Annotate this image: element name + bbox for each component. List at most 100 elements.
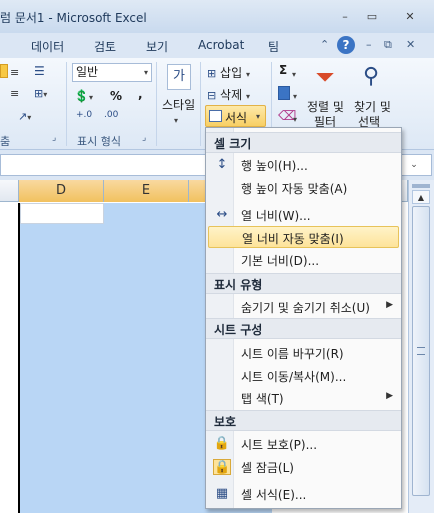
- column-header-d[interactable]: D: [19, 180, 104, 202]
- row-height-icon: ↕: [216, 157, 228, 172]
- dialog-launcher-icon[interactable]: ⌟: [52, 133, 56, 143]
- orientation-icon[interactable]: ↗▾: [18, 110, 31, 123]
- tab-view[interactable]: 보기: [146, 38, 168, 55]
- wrap-text-icon[interactable]: ☰: [34, 64, 45, 78]
- format-label: 서식: [225, 111, 248, 125]
- doc-minimize-icon[interactable]: –: [366, 38, 372, 51]
- dialog-launcher-icon[interactable]: ⌟: [142, 133, 146, 143]
- insert-cells-icon: ⊞: [207, 67, 217, 80]
- column-header-e[interactable]: E: [104, 180, 189, 202]
- split-handle[interactable]: [412, 184, 430, 188]
- menu-section-visibility: 표시 유형: [206, 273, 401, 294]
- help-icon[interactable]: ?: [337, 36, 355, 54]
- increase-decimal-icon[interactable]: +.0: [76, 110, 92, 120]
- doc-close-icon[interactable]: ✕: [406, 38, 415, 51]
- currency-icon[interactable]: 💲▾: [74, 89, 93, 103]
- submenu-arrow-icon: ▶: [386, 300, 393, 310]
- menu-section-protection: 보호: [206, 410, 401, 431]
- restore-button[interactable]: ▭: [360, 8, 384, 26]
- scroll-up-icon[interactable]: ▲: [412, 190, 430, 204]
- chevron-down-icon: ▾: [293, 115, 298, 124]
- cell-border: [18, 203, 20, 513]
- format-icon: [209, 110, 222, 122]
- merge-center-icon[interactable]: ⊞▾: [34, 87, 47, 100]
- menu-section-cell-size: 셀 크기: [206, 132, 401, 153]
- find-binoculars-icon[interactable]: ⚲: [358, 63, 384, 93]
- delete-button[interactable]: ⊟ 삭제 ▾: [207, 86, 250, 103]
- column-width-icon: ↔: [216, 207, 228, 222]
- window-title: 럼 문서1 - Microsoft Excel: [0, 11, 147, 25]
- delete-cells-icon: ⊟: [207, 89, 217, 102]
- menu-item-format-cells[interactable]: ▦ 셀 서식(E)...: [208, 483, 399, 505]
- title-bar: 럼 문서1 - Microsoft Excel – ▭ ✕: [0, 0, 434, 33]
- menu-item-label: 열 너비 자동 맞춤(I): [242, 232, 344, 246]
- menu-item-label: 셀 잠금(L): [241, 461, 294, 475]
- chevron-down-icon: ▾: [292, 70, 297, 79]
- autosum-button[interactable]: Σ: [279, 63, 287, 77]
- format-cells-icon: ▦: [215, 486, 229, 501]
- chevron-down-icon: ▾: [245, 70, 250, 79]
- tab-team[interactable]: 팀: [268, 38, 279, 55]
- tab-data[interactable]: 데이터: [31, 38, 64, 55]
- comma-button[interactable]: ,: [138, 87, 143, 101]
- lock-cell-icon: 🔒: [213, 459, 231, 475]
- minimize-button[interactable]: –: [333, 8, 357, 26]
- menu-section-label: 셀 크기: [214, 137, 252, 151]
- tab-review[interactable]: 검토: [94, 38, 116, 55]
- menu-item-lock-cell[interactable]: 🔒 셀 잠금(L): [208, 456, 399, 478]
- number-format-value: 일반: [76, 65, 99, 79]
- sort-filter-icon[interactable]: ⏷: [312, 63, 338, 93]
- doc-restore-icon[interactable]: ⧉: [384, 38, 392, 52]
- menu-item-label: 시트 이름 바꾸기(R): [241, 347, 344, 361]
- menu-item-rename-sheet[interactable]: 시트 이름 바꾸기(R): [208, 342, 399, 364]
- number-format-select[interactable]: 일반 ▾: [72, 63, 152, 82]
- menu-item-label: 기본 너비(D)...: [241, 254, 320, 268]
- align-center-icon[interactable]: ≡: [10, 66, 19, 79]
- menu-item-row-height[interactable]: ↕ 행 높이(H)...: [208, 154, 399, 176]
- separator: [66, 62, 67, 146]
- protect-sheet-icon: 🔒: [213, 436, 231, 451]
- submenu-arrow-icon: ▶: [386, 391, 393, 401]
- separator: [156, 62, 157, 146]
- menu-item-protect-sheet[interactable]: 🔒 시트 보호(P)...: [208, 433, 399, 455]
- menu-item-hide-unhide[interactable]: 숨기기 및 숨기기 취소(U) ▶: [208, 296, 399, 318]
- chevron-down-icon: ▾: [245, 92, 250, 101]
- menu-section-label: 표시 유형: [214, 278, 263, 292]
- styles-button[interactable]: 스타일: [162, 96, 195, 113]
- insert-button[interactable]: ⊞ 삽입 ▾: [207, 64, 250, 81]
- align-right-icon[interactable]: ≡: [10, 87, 19, 100]
- chevron-down-icon: ▾: [256, 112, 261, 121]
- percent-button[interactable]: %: [110, 89, 122, 103]
- menu-section-organize-sheets: 시트 구성: [206, 318, 401, 339]
- column-header-prev[interactable]: [0, 180, 19, 202]
- close-button[interactable]: ✕: [398, 8, 422, 26]
- ribbon-collapse-icon[interactable]: ⌃: [320, 38, 329, 51]
- menu-item-tab-color[interactable]: 탭 색(T) ▶: [208, 387, 399, 409]
- group-label-number: 표시 형식: [77, 135, 121, 148]
- highlight-icon[interactable]: [0, 64, 8, 78]
- chevron-down-icon: ▾: [143, 68, 148, 77]
- format-button[interactable]: 서식 ▾: [205, 105, 266, 127]
- menu-item-default-width[interactable]: 기본 너비(D)...: [208, 249, 399, 271]
- menu-section-label: 보호: [214, 415, 237, 429]
- fill-icon[interactable]: [278, 86, 290, 100]
- decrease-decimal-icon[interactable]: .00: [104, 110, 118, 120]
- menu-item-label: 행 높이 자동 맞춤(A): [241, 182, 348, 196]
- separator: [200, 62, 201, 146]
- menu-item-autofit-column-width[interactable]: 열 너비 자동 맞춤(I): [208, 226, 399, 248]
- vertical-scrollbar[interactable]: ▲: [408, 180, 434, 513]
- menu-item-label: 탭 색(T): [241, 392, 284, 406]
- menu-item-autofit-row-height[interactable]: 행 높이 자동 맞춤(A): [208, 177, 399, 199]
- ribbon-tabs: 데이터 검토 보기 Acrobat 팀 ⌃ ? – ⧉ ✕: [0, 33, 434, 58]
- menu-item-column-width[interactable]: ↔ 열 너비(W)...: [208, 204, 399, 226]
- menu-item-label: 열 너비(W)...: [241, 209, 311, 223]
- styles-icon[interactable]: 가: [167, 64, 191, 90]
- menu-item-move-copy-sheet[interactable]: 시트 이동/복사(M)...: [208, 365, 399, 387]
- chevron-down-icon: ▾: [174, 116, 179, 125]
- menu-item-label: 셀 서식(E)...: [241, 488, 307, 502]
- active-cell[interactable]: [20, 203, 104, 224]
- tab-acrobat[interactable]: Acrobat: [198, 38, 244, 52]
- expand-formula-icon[interactable]: ⌄: [406, 157, 422, 173]
- menu-item-label: 행 높이(H)...: [241, 159, 308, 173]
- scroll-thumb[interactable]: [412, 206, 430, 496]
